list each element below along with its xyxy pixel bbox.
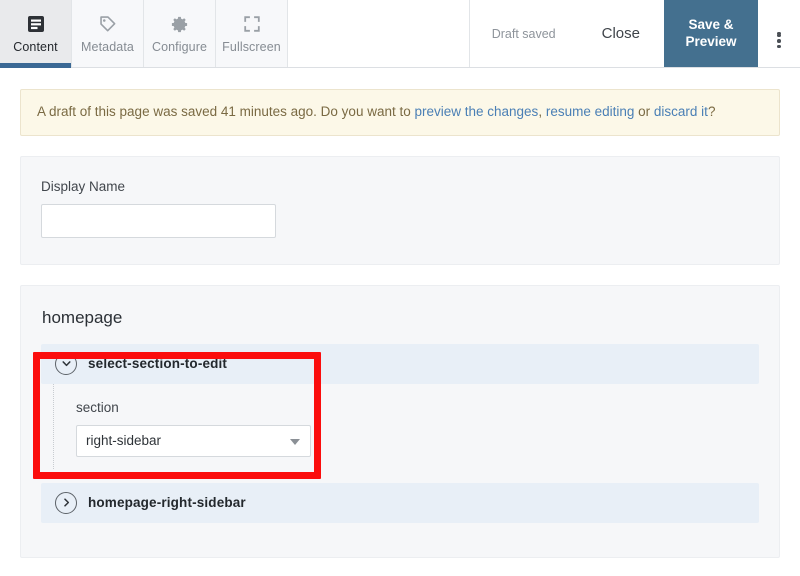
save-and-preview-button[interactable]: Save & Preview xyxy=(664,0,758,67)
section-select-wrapper: right-sidebar xyxy=(76,424,311,457)
tab-fullscreen-label: Fullscreen xyxy=(222,40,281,54)
accordion-group: select-section-to-edit section right-sid… xyxy=(21,343,779,523)
tab-fullscreen[interactable]: Fullscreen xyxy=(216,0,288,67)
display-name-label: Display Name xyxy=(41,178,126,194)
tab-content-label: Content xyxy=(13,40,58,54)
accordion-select-section-to-edit-body: section right-sidebar xyxy=(53,383,759,469)
chevron-down-icon xyxy=(55,352,77,375)
close-button[interactable]: Close xyxy=(577,0,664,67)
kebab-menu-icon xyxy=(777,31,781,49)
fullscreen-icon xyxy=(243,13,261,35)
draft-status: Draft saved xyxy=(469,0,578,67)
toolbar-actions: Draft saved Close Save & Preview xyxy=(469,0,800,67)
display-name-input[interactable] xyxy=(41,203,276,238)
preview-changes-link[interactable]: preview the changes xyxy=(414,104,538,119)
draft-notice-banner: A draft of this page was saved 41 minute… xyxy=(20,89,780,136)
tab-bar: Content Metadata Configure Fullscreen xyxy=(0,0,288,68)
tab-content[interactable]: Content xyxy=(0,0,72,68)
discard-it-link[interactable]: discard it xyxy=(654,104,708,119)
tag-icon xyxy=(98,13,117,35)
resume-editing-link[interactable]: resume editing xyxy=(546,104,635,119)
overflow-menu-button[interactable] xyxy=(758,0,800,67)
gear-icon xyxy=(170,13,189,35)
tab-metadata[interactable]: Metadata xyxy=(72,0,144,67)
banner-text-after: ? xyxy=(707,104,716,119)
banner-separator-1: , xyxy=(538,104,546,119)
accordion-homepage-right-sidebar[interactable]: homepage-right-sidebar xyxy=(41,482,759,523)
toolbar-spacer xyxy=(288,0,470,67)
tab-metadata-label: Metadata xyxy=(81,40,134,54)
accordion-select-section-to-edit-label: select-section-to-edit xyxy=(88,356,228,372)
section-select-value: right-sidebar xyxy=(86,433,162,449)
accordion-select-section-to-edit[interactable]: select-section-to-edit xyxy=(41,343,759,384)
banner-text-before: A draft of this page was saved 41 minute… xyxy=(37,104,415,119)
tab-configure-label: Configure xyxy=(151,40,208,54)
banner-separator-2: or xyxy=(634,104,654,119)
chevron-right-icon xyxy=(55,491,77,514)
top-toolbar: Content Metadata Configure Fullscreen Dr… xyxy=(0,0,800,68)
sections-panel: homepage select-section-to-edit section … xyxy=(20,284,780,558)
document-lines-icon xyxy=(27,13,45,35)
page-title: homepage xyxy=(42,307,123,327)
section-field-label: section xyxy=(76,399,119,415)
section-select[interactable]: right-sidebar xyxy=(76,424,311,457)
accordion-spacer xyxy=(21,469,779,483)
accordion-homepage-right-sidebar-label: homepage-right-sidebar xyxy=(88,495,246,511)
tab-configure[interactable]: Configure xyxy=(144,0,216,67)
display-name-panel: Display Name xyxy=(20,155,780,265)
